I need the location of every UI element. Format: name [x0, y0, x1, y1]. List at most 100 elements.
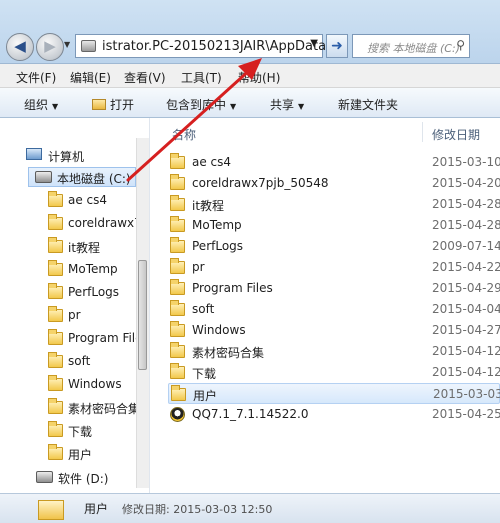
list-item[interactable]: pr 2015-04-22	[168, 257, 500, 278]
folder-icon	[170, 216, 185, 232]
list-item[interactable]: 素材密码合集 2015-04-12	[168, 341, 500, 362]
list-item[interactable]: 下载 2015-04-12	[168, 362, 500, 383]
item-date: 2015-04-28	[432, 218, 500, 232]
share-button[interactable]: 共享 ▼	[270, 96, 304, 113]
folder-icon	[48, 283, 63, 299]
item-name: PerfLogs	[192, 239, 244, 253]
recent-pages-dropdown-icon[interactable]: ▼	[64, 40, 70, 49]
list-item[interactable]: soft 2015-04-04	[168, 299, 500, 320]
details-pane: 用户 修改日期: 2015-03-03 12:50	[0, 493, 500, 523]
forward-button[interactable]: ▶	[36, 33, 64, 61]
item-name: it教程	[192, 199, 225, 213]
sidebar-item-folder[interactable]: 用户	[48, 444, 136, 464]
folder-icon	[170, 363, 185, 379]
item-name: pr	[192, 260, 205, 274]
folder-icon	[48, 329, 63, 345]
chevron-down-icon: ▼	[230, 102, 237, 111]
list-item[interactable]: QQ7.1_7.1.14522.0 2015-04-25	[168, 404, 500, 425]
list-item-selected[interactable]: 用户 2015-03-03	[168, 383, 500, 404]
go-button[interactable]: ➜	[326, 34, 348, 58]
item-name: Windows	[192, 323, 246, 337]
sidebar-item-local-disk[interactable]: 本地磁盘 (C:)	[28, 167, 136, 187]
address-dropdown-icon[interactable]: ▼	[310, 38, 318, 49]
sidebar-item-folder[interactable]: 下载	[48, 421, 136, 441]
menu-edit[interactable]: 编辑(E)	[70, 69, 111, 86]
menu-tools[interactable]: 工具(T)	[181, 69, 222, 86]
item-name: MoTemp	[192, 218, 242, 232]
sidebar-item-label: 软件 (D:)	[58, 472, 109, 486]
organize-label: 组织	[24, 98, 49, 112]
list-item[interactable]: ae cs4 2015-03-10	[168, 152, 500, 173]
list-item[interactable]: coreldrawx7pjb_50548 2015-04-20	[168, 173, 500, 194]
sidebar-item-label: Windows	[68, 377, 122, 391]
item-date: 2009-07-14	[432, 239, 500, 253]
forward-arrow-icon: ▶	[44, 37, 56, 55]
chevron-down-icon: ▼	[52, 102, 59, 111]
folder-icon	[48, 306, 63, 322]
item-date: 2015-04-12	[432, 365, 500, 379]
folder-icon	[170, 153, 185, 169]
folder-icon	[170, 195, 185, 211]
column-divider[interactable]	[422, 122, 423, 142]
search-icon[interactable]: ⚲	[456, 38, 465, 52]
address-field[interactable]: istrator.PC-20150213JAIR\AppData ▼	[75, 34, 326, 58]
sidebar-item-folder[interactable]: 素材密码合集	[48, 398, 136, 418]
list-item[interactable]: Program Files 2015-04-29	[168, 278, 500, 299]
sidebar-item-folder[interactable]: pr	[48, 306, 136, 326]
details-modified-date: 修改日期: 2015-03-03 12:50	[122, 503, 273, 516]
list-item[interactable]: MoTemp 2015-04-28	[168, 215, 500, 236]
include-in-library-button[interactable]: 包含到库中 ▼	[166, 96, 236, 113]
navigation-pane: 计算机 本地磁盘 (C:) ae cs4 coreldrawx7pjb it教程…	[0, 118, 150, 493]
drive-icon	[36, 471, 53, 483]
share-label: 共享	[270, 98, 295, 112]
item-date: 2015-03-03	[433, 387, 500, 401]
open-button[interactable]: 打开	[92, 96, 134, 113]
sidebar-item-folder[interactable]: coreldrawx7pjb	[48, 214, 136, 234]
sidebar-item-folder[interactable]: it教程	[48, 237, 136, 257]
command-toolbar: 组织 ▼ 打开 包含到库中 ▼ 共享 ▼ 新建文件夹	[0, 88, 500, 118]
drive-icon	[81, 40, 96, 52]
list-item[interactable]: Windows 2015-04-27	[168, 320, 500, 341]
sidebar-item-folder[interactable]: soft	[48, 352, 136, 372]
search-input[interactable]: 搜索 本地磁盘 (C:) ⚲	[352, 34, 470, 58]
sidebar-item-folder[interactable]: PerfLogs	[48, 283, 136, 303]
item-name: soft	[192, 302, 215, 316]
column-header-name[interactable]: 名称	[172, 126, 196, 143]
open-icon	[92, 99, 106, 110]
menu-file[interactable]: 文件(F)	[16, 69, 56, 86]
item-date: 2015-04-12	[432, 344, 500, 358]
item-date: 2015-03-10	[432, 155, 500, 169]
sidebar-item-folder[interactable]: MoTemp	[48, 260, 136, 280]
folder-icon	[48, 237, 63, 253]
sidebar-item-label: 本地磁盘 (C:)	[57, 172, 131, 186]
item-name: 下载	[192, 367, 217, 381]
new-folder-button[interactable]: 新建文件夹	[338, 96, 398, 113]
menu-bar: 文件(F) 编辑(E) 查看(V) 工具(T) 帮助(H)	[0, 64, 500, 88]
sidebar-item-drive-d[interactable]: 软件 (D:)	[36, 468, 136, 488]
sidebar-item-label: ae cs4	[68, 193, 108, 207]
include-label: 包含到库中	[166, 98, 227, 112]
folder-icon	[171, 385, 186, 401]
menu-view[interactable]: 查看(V)	[124, 69, 166, 86]
list-item[interactable]: PerfLogs 2009-07-14	[168, 236, 500, 257]
folder-icon	[48, 375, 63, 391]
menu-help[interactable]: 帮助(H)	[238, 69, 280, 86]
sidebar-item-folder[interactable]: Program Files	[48, 329, 136, 349]
organize-button[interactable]: 组织 ▼	[24, 96, 58, 113]
list-item[interactable]: it教程 2015-04-28	[168, 194, 500, 215]
column-header-date[interactable]: 修改日期	[432, 126, 480, 143]
address-bar-row: ◀ ▶ ▼ istrator.PC-20150213JAIR\AppData ▼…	[0, 0, 500, 64]
folder-icon	[170, 300, 185, 316]
back-button[interactable]: ◀	[6, 33, 34, 61]
item-date: 2015-04-04	[432, 302, 500, 316]
sidebar-item-folder[interactable]: ae cs4	[48, 191, 136, 211]
sidebar-item-label: coreldrawx7pjb	[68, 216, 136, 230]
search-placeholder: 搜索 本地磁盘 (C:)	[367, 42, 460, 55]
folder-icon	[38, 500, 64, 520]
sidebar-item-folder[interactable]: Windows	[48, 375, 136, 395]
sidebar-scrollbar-thumb[interactable]	[138, 260, 147, 370]
sidebar-item-computer[interactable]: 计算机	[26, 146, 136, 166]
address-path[interactable]: istrator.PC-20150213JAIR\AppData	[102, 39, 326, 54]
folder-icon	[48, 398, 63, 414]
sidebar-item-label: pr	[68, 308, 81, 322]
